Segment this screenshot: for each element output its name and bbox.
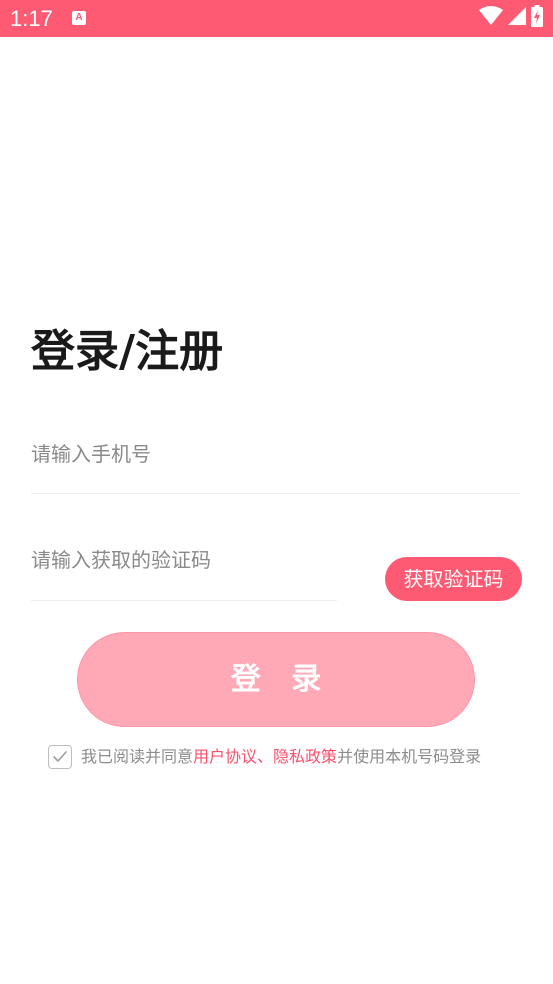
agreement-suffix: 并使用本机号码登录 [337,747,482,766]
agreement-row: 我已阅读并同意用户协议、隐私政策并使用本机号码登录 [48,744,481,770]
login-button[interactable]: 登 录 [77,632,475,727]
status-time: 1:17 [10,6,53,31]
privacy-policy-link[interactable]: 隐私政策 [273,747,337,766]
cellular-signal-icon [507,6,527,30]
verification-code-input[interactable] [31,540,337,580]
status-icons [479,5,543,31]
checkmark-icon [53,751,67,762]
agreement-text: 我已阅读并同意用户协议、隐私政策并使用本机号码登录 [81,744,481,770]
agreement-checkbox[interactable] [48,745,72,769]
agreement-separator: 、 [257,747,274,766]
phone-input[interactable] [31,434,521,474]
wifi-icon [479,6,503,30]
get-verification-code-button[interactable]: 获取验证码 [385,557,522,601]
phone-input-underline [31,493,521,494]
page-title: 登录/注册 [31,326,224,377]
battery-charging-icon [531,5,543,31]
app-notification-icon: A [72,11,86,25]
agreement-prefix: 我已阅读并同意 [81,747,194,766]
code-input-underline [31,600,337,601]
user-agreement-link[interactable]: 用户协议 [193,747,257,766]
status-bar: 1:17 A [0,0,553,37]
